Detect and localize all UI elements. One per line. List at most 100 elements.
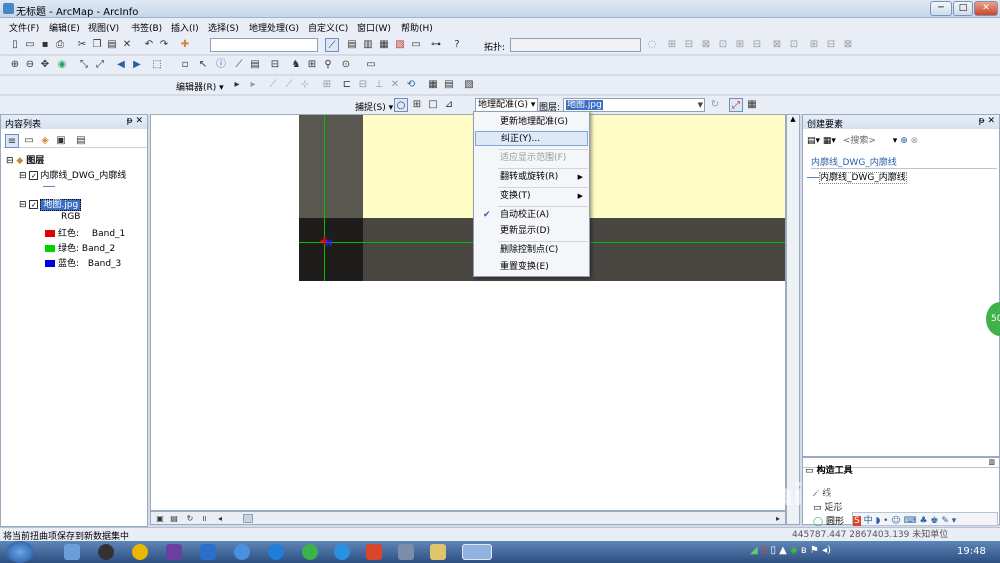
edit-tool-icon[interactable]: ▸ — [230, 78, 244, 92]
delete-icon[interactable]: ✕ — [120, 38, 134, 52]
topology-shared-icon[interactable]: ⊠ — [841, 38, 855, 52]
taskbar-media-icon[interactable] — [98, 544, 114, 560]
topology-inspector-icon[interactable]: ⊟ — [824, 38, 838, 52]
map-view[interactable]: ✚ N — [150, 114, 786, 511]
layout-view-icon[interactable]: ▣ — [153, 512, 167, 526]
clear-search-icon[interactable]: ⊗ — [911, 136, 919, 146]
vertex-snap-icon[interactable]: □ — [426, 98, 440, 112]
select-features-icon[interactable]: ⬚ — [150, 58, 164, 72]
clear-selection-icon[interactable]: ▫ — [178, 58, 192, 72]
menu-item-update-display[interactable]: 更新显示(D) — [475, 224, 588, 239]
trace-icon[interactable]: ⟋ — [282, 78, 296, 92]
map-horizontal-scrollbar[interactable]: ▣ ▤ ↻ ॥ ◂ ▸ — [150, 511, 786, 525]
organize-templates-icon[interactable]: ▤▾ — [807, 136, 820, 146]
python-window-icon[interactable]: ▭ — [409, 38, 423, 52]
add-data-icon[interactable]: ✚ — [178, 38, 192, 52]
taskbar-browser-icon[interactable] — [132, 544, 148, 560]
topology-split-icon[interactable]: ⊡ — [716, 38, 730, 52]
topology-combo[interactable] — [510, 38, 641, 52]
taskbar-player-icon[interactable] — [268, 544, 284, 560]
menu-bookmarks[interactable]: 书签(B) — [131, 21, 162, 34]
close-icon[interactable]: ✕ — [987, 116, 995, 126]
topology-map-icon[interactable]: ⊟ — [682, 38, 696, 52]
start-button[interactable] — [6, 541, 34, 563]
pause-icon[interactable]: ॥ — [197, 512, 211, 526]
whats-this-icon[interactable]: ? — [450, 38, 464, 52]
pin-icon[interactable]: ᵽ — [979, 116, 985, 126]
scroll-up-icon[interactable]: ▲ — [787, 115, 799, 123]
list-by-source-icon[interactable]: ▭ — [22, 134, 36, 148]
menu-select[interactable]: 选择(S) — [208, 21, 239, 34]
topology-edit-icon[interactable]: ⊞ — [665, 38, 679, 52]
print-icon[interactable]: ⎙ — [53, 38, 67, 52]
back-extent-icon[interactable]: ◀ — [114, 58, 128, 72]
point-snap-icon[interactable]: ○ — [394, 98, 408, 112]
topology-fix-icon[interactable]: ⊡ — [787, 38, 801, 52]
search-window-icon[interactable]: ▦ — [377, 38, 391, 52]
point-icon[interactable]: ⊹ — [298, 78, 312, 92]
attributes-icon[interactable]: ⟲ — [404, 78, 418, 92]
add-control-points-icon[interactable]: ⤢ — [729, 98, 743, 112]
list-by-visibility-icon[interactable]: ◈ — [38, 134, 52, 148]
measure-icon[interactable]: ⊟ — [268, 58, 282, 72]
search-icon[interactable]: ⊕ — [900, 136, 908, 146]
edit-annotation-icon[interactable]: ▸ — [246, 78, 260, 92]
maximize-button[interactable]: □ — [953, 1, 973, 16]
menu-item-rectify[interactable]: 纠正(Y)... — [475, 131, 588, 146]
create-features-icon[interactable]: ▤ — [442, 78, 456, 92]
taskbar-window-icon[interactable] — [398, 544, 414, 560]
toc-layer-map[interactable]: ⊟ ✓ 地图.jpg — [19, 197, 82, 211]
taskbar-ie-icon[interactable] — [234, 544, 250, 560]
zoom-in-icon[interactable]: ⊕ — [8, 58, 22, 72]
menu-customize[interactable]: 自定义(C) — [308, 21, 348, 34]
list-by-drawing-order-icon[interactable]: ≡ — [5, 134, 19, 148]
split-icon[interactable]: ⊥ — [372, 78, 386, 92]
fixed-zoom-out-icon[interactable]: ⤢ — [93, 58, 107, 72]
menu-window[interactable]: 窗口(W) — [357, 21, 391, 34]
chevron-down-icon[interactable]: ▾ — [893, 136, 898, 146]
search-input[interactable]: <搜索> — [843, 136, 876, 146]
new-document-icon[interactable]: ▯ — [8, 38, 22, 52]
straight-segment-icon[interactable]: ⟋ — [266, 78, 280, 92]
edit-vertices-icon[interactable]: ⊞ — [320, 78, 334, 92]
layer-visibility-checkbox[interactable]: ✓ — [29, 200, 39, 209]
find-icon[interactable]: ♞ — [289, 58, 303, 72]
editor-toolbar-icon[interactable]: ⟋ — [325, 38, 339, 52]
end-snap-icon[interactable]: ⊞ — [410, 98, 424, 112]
editor-options-icon[interactable]: ▧ — [462, 78, 476, 92]
menu-item-update-georeferencing[interactable]: 更新地理配准(G) — [475, 115, 588, 130]
hyperlink-icon[interactable]: ⟋ — [232, 58, 246, 72]
menu-item-flip-rotate[interactable]: 翻转或旋转(R) ▶ — [475, 170, 588, 185]
data-view-icon[interactable]: ▤ — [167, 512, 181, 526]
catalog-icon[interactable]: ▥ — [361, 38, 375, 52]
ime-toolbar[interactable]: S 中 ◗ • ☺ ⌨ ♣ ♚ ✎ ▾ — [852, 512, 998, 526]
reshape-icon[interactable]: ⊏ — [340, 78, 354, 92]
pin-icon[interactable]: ᵽ — [127, 116, 133, 126]
tool-circle[interactable]: ◯ 圆形 — [813, 514, 844, 527]
cut-polygons-icon[interactable]: ⊟ — [356, 78, 370, 92]
fixed-zoom-in-icon[interactable]: ⤡ — [77, 58, 91, 72]
forward-extent-icon[interactable]: ▶ — [130, 58, 144, 72]
system-tray[interactable]: ◢ S ▯ ▲ ◈ ʙ ⚑ ◂) — [750, 545, 831, 556]
sketch-properties-icon[interactable]: ▦ — [426, 78, 440, 92]
taskbar-chat-icon[interactable] — [302, 544, 318, 560]
georeferencing-menu[interactable]: 地理配准(G) ▾ — [475, 98, 539, 112]
scroll-thumb[interactable] — [243, 514, 253, 523]
snapping-menu[interactable]: 捕捉(S) ▾ — [355, 100, 393, 113]
templates-icon[interactable]: ▦▾ — [823, 136, 836, 146]
arctoolbox-icon[interactable]: ▧ — [393, 38, 407, 52]
map-vertical-scrollbar[interactable]: ▲ — [786, 114, 800, 525]
taskbar-doc-icon[interactable] — [200, 544, 216, 560]
template-item[interactable]: 内廓线_DWG_内廓线 — [807, 170, 907, 184]
undo-icon[interactable]: ↶ — [142, 38, 156, 52]
taskbar-app-icon[interactable] — [64, 544, 80, 560]
go-to-xy-icon[interactable]: ⚲ — [321, 58, 335, 72]
taskbar-explorer-icon[interactable] — [430, 544, 446, 560]
taskbar-arcmap-icon[interactable] — [462, 544, 492, 560]
close-icon[interactable]: ✕ — [135, 116, 143, 126]
html-popup-icon[interactable]: ▤ — [248, 58, 262, 72]
topology-validate-icon[interactable]: ⊠ — [770, 38, 784, 52]
toc-layer-outline[interactable]: ⊟ ✓ 内廓线_DWG_内廓线 — [19, 168, 126, 181]
topology-reshape-icon[interactable]: ⊠ — [699, 38, 713, 52]
layers-root[interactable]: ⊟ ◆ 图层 — [6, 153, 44, 166]
